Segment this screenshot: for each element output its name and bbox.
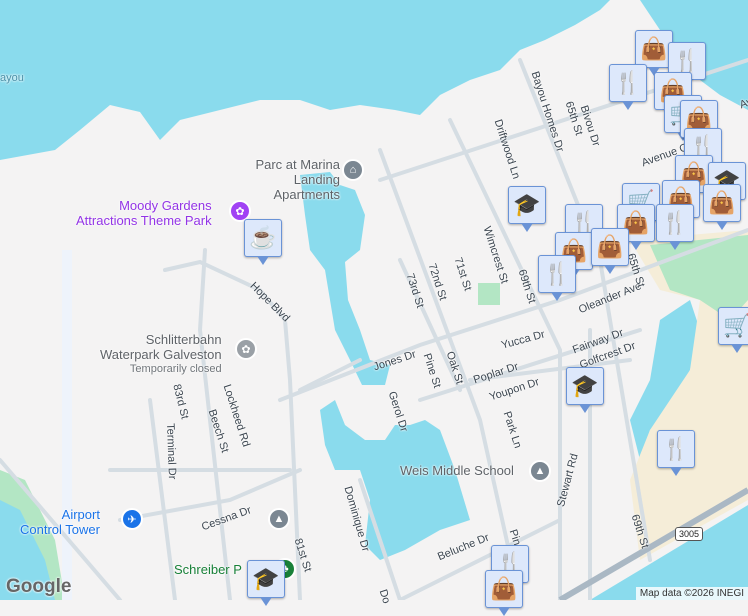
school-marker[interactable]: 🎓 (247, 560, 285, 606)
poi-schlitterbahn[interactable]: Schlitterbahn Waterpark Galveston Temporar… (100, 332, 222, 377)
google-logo: Google (6, 576, 72, 597)
poi-label: Airport (61, 507, 100, 522)
poi-airport-control-tower[interactable]: Airport Control Tower (20, 507, 100, 537)
airport-icon[interactable]: ✈ (121, 508, 143, 530)
poi-label: Schreiber P (174, 562, 242, 577)
waterpark-icon[interactable]: ✿ (235, 338, 257, 360)
poi-label: Waterpark Galveston (100, 347, 222, 362)
school-icon[interactable]: ▲ (529, 460, 551, 482)
poi-status: Temporarily closed (129, 363, 222, 375)
grocery-marker[interactable]: 🛒 (718, 307, 748, 353)
poi-label: Weis Middle School (400, 463, 514, 478)
shopping-bag-icon: 👜 (708, 190, 736, 215)
fork-knife-icon: 🍴 (614, 70, 642, 95)
school-marker[interactable]: 🎓 (508, 186, 546, 232)
map-attribution[interactable]: Map data ©2026 INEGI (635, 587, 748, 600)
poi-label: Parc at Marina Landing Apartments (255, 157, 340, 202)
fork-knife-icon: 🍴 (662, 436, 690, 461)
street-label: Terminal Dr (164, 423, 178, 480)
airport-runway (62, 250, 72, 600)
poi-label: Control Tower (20, 522, 100, 537)
shop-marker[interactable]: 👜 (485, 570, 523, 616)
restaurant-marker[interactable]: 🍴 (609, 64, 647, 110)
poi-moody-gardens[interactable]: Moody Gardens Attractions Theme Park (76, 198, 212, 228)
shop-marker[interactable]: 👜 (591, 228, 629, 274)
school-icon[interactable]: ▲ (268, 508, 290, 530)
fork-knife-icon: 🍴 (673, 48, 701, 73)
shop-marker[interactable]: 👜 (703, 184, 741, 230)
restaurant-marker[interactable]: 🍴 (656, 204, 694, 250)
small-park (478, 283, 500, 305)
poi-label: Attractions Theme Park (76, 213, 212, 228)
school-marker[interactable]: 🎓 (566, 367, 604, 413)
restaurant-marker[interactable]: 🍴 (657, 430, 695, 476)
graduation-cap-icon: 🎓 (252, 566, 280, 591)
fork-knife-icon: 🍴 (543, 261, 571, 286)
shopping-bag-icon: 👜 (490, 576, 518, 601)
fork-knife-icon: 🍴 (661, 210, 689, 235)
shopping-bag-icon: 👜 (640, 36, 668, 61)
coffee-cup-icon: ☕ (249, 225, 277, 250)
poi-label: Schlitterbahn (145, 332, 222, 347)
marina-canal (300, 172, 390, 385)
highway-shield: 3005 (675, 527, 704, 541)
poi-schreiber-park[interactable]: Schreiber P (174, 562, 242, 577)
poi-weis-middle-school[interactable]: Weis Middle School (400, 463, 514, 478)
graduation-cap-icon: 🎓 (571, 373, 599, 398)
poi-label: Moody Gardens (119, 198, 212, 213)
poi-parc-at-marina[interactable]: Parc at Marina Landing Apartments (240, 157, 340, 202)
shopping-bag-icon: 👜 (596, 234, 624, 259)
restaurant-marker[interactable]: 🍴 (538, 255, 576, 301)
graduation-cap-icon: 🎓 (513, 192, 541, 217)
shopping-cart-icon: 🛒 (723, 313, 748, 338)
cafe-marker[interactable]: ☕ (244, 219, 282, 265)
apartment-icon[interactable]: ⌂ (342, 159, 364, 181)
water-label-bayou: ayou (0, 72, 24, 84)
